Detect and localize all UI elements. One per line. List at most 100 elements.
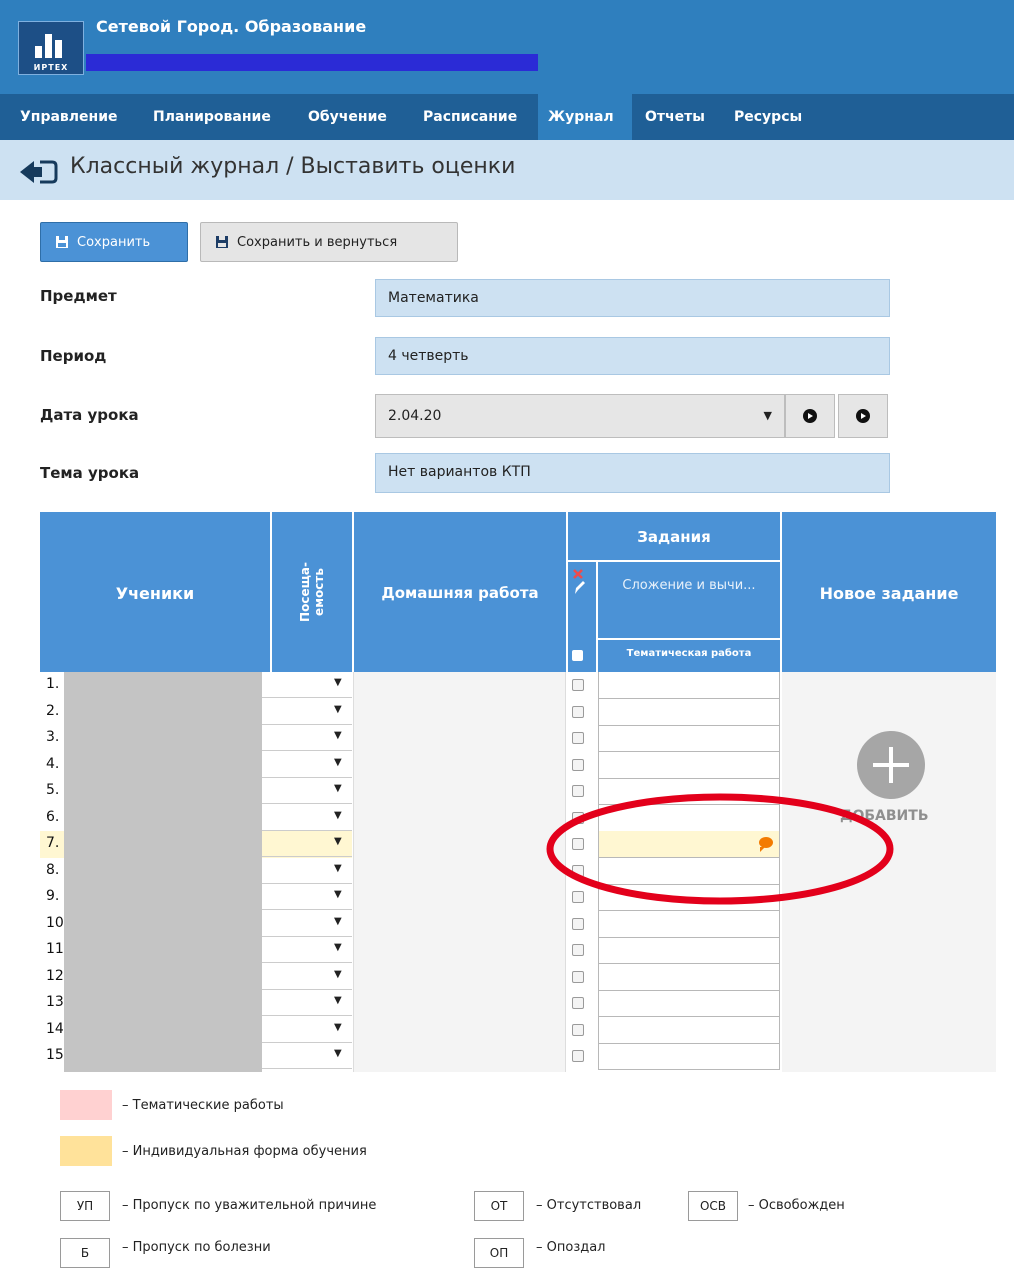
period-label: Период <box>40 347 107 365</box>
row-number: 1. <box>46 676 60 692</box>
back-arrow-icon[interactable] <box>18 158 58 186</box>
attendance-select[interactable]: ▼ <box>262 672 352 698</box>
divider <box>598 638 780 640</box>
row-checkbox[interactable] <box>572 758 584 771</box>
save-button-label: Сохранить <box>77 235 151 250</box>
menu-item-planning[interactable]: Планирование <box>143 94 281 140</box>
attendance-select[interactable]: ▼ <box>262 1017 352 1043</box>
row-checkbox[interactable] <box>572 679 584 691</box>
task-name-header[interactable]: Сложение и вычи... <box>598 578 780 593</box>
subject-field[interactable]: Математика <box>375 279 890 317</box>
period-field[interactable]: 4 четверть <box>375 337 890 375</box>
legend-individual-swatch <box>60 1136 112 1166</box>
attendance-select[interactable]: ▼ <box>262 911 352 937</box>
attendance-select[interactable]: ▼ <box>262 831 352 857</box>
grades-table-header: Ученики Посеща-емость Домашняя работа За… <box>40 512 996 672</box>
attendance-select[interactable]: ▼ <box>262 964 352 990</box>
subject-label: Предмет <box>40 287 117 305</box>
app-title: Сетевой Город. Образование <box>96 17 367 36</box>
row-checkbox[interactable] <box>572 705 584 718</box>
menu-item-management[interactable]: Управление <box>10 94 128 140</box>
attendance-select[interactable]: ▼ <box>262 937 352 963</box>
grade-cell[interactable] <box>598 725 780 752</box>
attendance-select[interactable]: ▼ <box>262 725 352 751</box>
delete-edit-icon[interactable] <box>572 568 586 596</box>
logo-text: ИРТЕХ <box>33 63 69 72</box>
add-task-icon[interactable] <box>857 731 925 799</box>
column-homework: Домашняя работа <box>381 584 539 602</box>
app-logo[interactable]: ИРТЕХ <box>18 21 84 75</box>
row-number: 14 <box>46 1020 64 1037</box>
dropdown-caret-icon: ▼ <box>334 889 342 900</box>
legend-individual-text: – Индивидуальная форма обучения <box>122 1144 367 1159</box>
attendance-select[interactable]: ▼ <box>262 884 352 910</box>
row-checkbox[interactable] <box>572 944 584 956</box>
row-number: 7. <box>46 835 60 851</box>
grade-cell[interactable] <box>598 937 780 964</box>
legend-code-op: ОП <box>474 1238 524 1268</box>
dropdown-caret-icon: ▼ <box>334 677 342 688</box>
row-checkbox[interactable] <box>572 917 584 930</box>
row-number: 3. <box>46 729 60 745</box>
row-number: 10 <box>46 914 64 931</box>
legend-code-osv: ОСВ <box>688 1191 738 1221</box>
dropdown-caret-icon: ▼ <box>334 1021 342 1033</box>
task-type-header: Тематическая работа <box>626 648 752 659</box>
previous-date-button[interactable] <box>785 394 835 438</box>
arrow-circle-icon <box>856 409 870 423</box>
menu-item-reports[interactable]: Отчеты <box>635 94 715 140</box>
legend-code-b-text: – Пропуск по болезни <box>122 1240 271 1255</box>
column-attendance: Посеща-емость <box>270 548 354 638</box>
next-date-button[interactable] <box>838 394 888 438</box>
menu-item-journal[interactable]: Журнал <box>538 94 632 140</box>
logo-bars-icon <box>35 28 65 58</box>
lesson-date-select[interactable]: 2.04.20 ▼ <box>375 394 785 438</box>
save-and-return-label: Сохранить и вернуться <box>237 235 398 250</box>
legend-code-osv-text: – Освобожден <box>748 1198 845 1213</box>
attendance-select[interactable]: ▼ <box>262 752 352 778</box>
attendance-select[interactable]: ▼ <box>262 805 352 831</box>
dropdown-caret-icon: ▼ <box>334 1048 342 1059</box>
menu-item-schedule[interactable]: Расписание <box>413 94 527 140</box>
save-button[interactable]: Сохранить <box>40 222 188 262</box>
legend-code-up-text: – Пропуск по уважительной причине <box>122 1198 377 1213</box>
red-annotation-ellipse <box>546 793 894 905</box>
grade-cell[interactable] <box>598 990 780 1017</box>
dropdown-caret-icon: ▼ <box>334 756 342 768</box>
row-number: 12 <box>46 967 64 984</box>
column-new-task: Новое задание <box>819 584 959 603</box>
row-number: 6. <box>46 808 60 825</box>
attendance-select[interactable]: ▼ <box>262 778 352 804</box>
dropdown-caret-icon: ▼ <box>763 409 772 422</box>
grade-cell[interactable] <box>598 1016 780 1044</box>
lesson-topic-field[interactable]: Нет вариантов КТП <box>375 453 890 493</box>
select-all-checkbox[interactable] <box>572 650 583 661</box>
grade-cell[interactable] <box>598 1043 780 1070</box>
row-number: 15 <box>46 1047 64 1063</box>
save-and-return-button[interactable]: Сохранить и вернуться <box>200 222 458 262</box>
column-students: Ученики <box>115 584 195 603</box>
attendance-select[interactable]: ▼ <box>262 699 352 725</box>
menu-item-resources[interactable]: Ресурсы <box>724 94 812 140</box>
legend-code-ot-text: – Отсутствовал <box>536 1198 642 1213</box>
dropdown-caret-icon: ▼ <box>334 915 342 927</box>
grade-cell[interactable] <box>598 698 780 726</box>
grade-cell[interactable] <box>598 751 780 779</box>
attendance-select[interactable]: ▼ <box>262 858 352 884</box>
menu-item-learning[interactable]: Обучение <box>298 94 397 140</box>
grade-cell[interactable] <box>598 963 780 991</box>
divider <box>568 560 780 562</box>
dropdown-caret-icon: ▼ <box>334 783 342 794</box>
row-checkbox[interactable] <box>572 1050 584 1062</box>
arrow-circle-icon <box>803 409 817 423</box>
grade-cell[interactable] <box>598 910 780 938</box>
row-checkbox[interactable] <box>572 732 584 744</box>
attendance-select[interactable]: ▼ <box>262 990 352 1016</box>
grade-cell[interactable] <box>598 672 780 699</box>
row-checkbox[interactable] <box>572 1023 584 1036</box>
row-checkbox[interactable] <box>572 997 584 1009</box>
row-checkbox[interactable] <box>572 970 584 983</box>
legend-code-ot: ОТ <box>474 1191 524 1221</box>
legend-code-op-text: – Опоздал <box>536 1240 606 1255</box>
attendance-select[interactable]: ▼ <box>262 1043 352 1069</box>
